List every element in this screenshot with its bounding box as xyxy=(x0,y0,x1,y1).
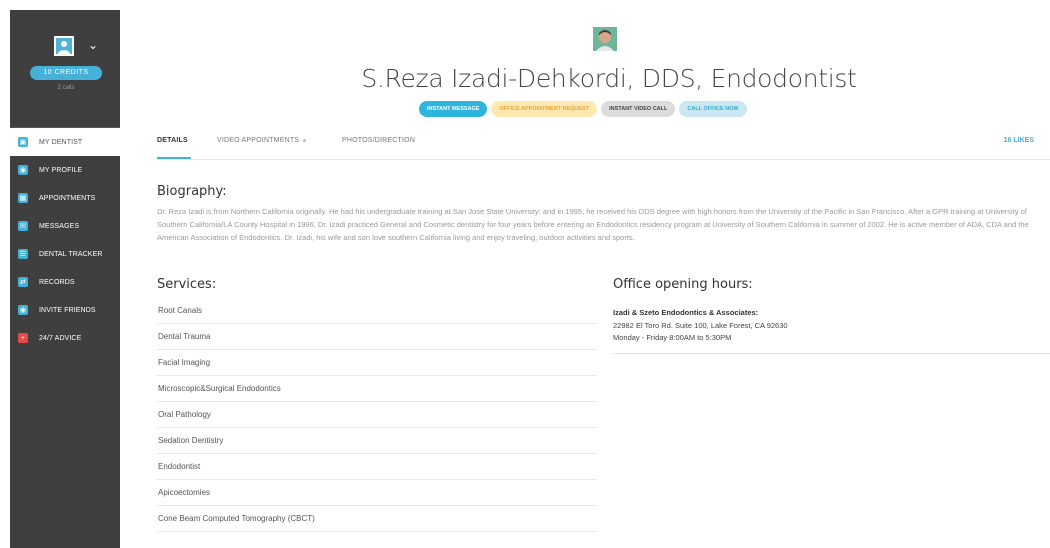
sidebar-item-records[interactable]: ⇄ RECORDS xyxy=(10,268,120,296)
action-buttons: INSTANT MESSAGE OFFICE APPOINTMENT REQUE… xyxy=(419,101,747,117)
sidebar-item-appointments[interactable]: ▦ APPOINTMENTS xyxy=(10,184,120,212)
call-office-now-button[interactable]: CALL OFFICE NOW xyxy=(679,101,747,117)
tab-label: VIDEO APPOINTMENTS xyxy=(217,137,300,144)
office-name: Izadi & Szeto Endodontics & Associates: xyxy=(613,308,759,317)
person-icon xyxy=(56,38,72,54)
office-address: 22982 El Toro Rd. Suite 100, Lake Forest… xyxy=(613,320,788,330)
records-icon: ⇄ xyxy=(18,277,28,287)
list-item: Apicoectomies xyxy=(157,480,597,506)
list-item: Oral Pathology xyxy=(157,402,597,428)
main-content: S.Reza Izadi-Dehkordi, DDS, Endodontist … xyxy=(121,0,1050,548)
services-heading: Services: xyxy=(157,277,217,292)
instant-video-call-button[interactable]: INSTANT VIDEO CALL xyxy=(601,101,676,117)
office-hours-block: Izadi & Szeto Endodontics & Associates: … xyxy=(613,307,1050,354)
list-item: Endodontist xyxy=(157,454,597,480)
active-tab-indicator xyxy=(157,157,191,159)
dentist-portrait-icon xyxy=(593,27,617,51)
profile-icon: ◉ xyxy=(18,165,28,175)
office-appointment-request-button[interactable]: OFFICE APPOINTMENT REQUEST xyxy=(491,101,598,117)
biography-text: Dr. Reza Izadi is from Northern Californ… xyxy=(157,207,1029,243)
sidebar-item-label: MY PROFILE xyxy=(39,166,83,174)
sidebar-item-label: INVITE FRIENDS xyxy=(39,306,96,314)
chevron-down-icon[interactable]: ⌄ xyxy=(88,38,98,52)
medical-cross-icon: + xyxy=(18,333,28,343)
office-schedule: Monday - Friday 8:00AM to 5:30PM xyxy=(613,333,732,342)
sidebar-item-label: 24/7 ADVICE xyxy=(39,334,82,342)
sidebar-item-label: MY DENTIST xyxy=(39,138,83,146)
invite-icon: ◉ xyxy=(18,305,28,315)
sidebar-item-label: MESSAGES xyxy=(39,222,80,230)
dentist-name: S.Reza Izadi-Dehkordi, DDS, Endodontist xyxy=(361,64,857,93)
instant-message-button[interactable]: INSTANT MESSAGE xyxy=(419,101,488,117)
list-item: Cone Beam Computed Tomography (CBCT) xyxy=(157,506,597,532)
calendar-icon: ▦ xyxy=(18,193,28,203)
sidebar-item-label: DENTAL TRACKER xyxy=(39,250,103,258)
office-hours-heading: Office opening hours: xyxy=(613,277,753,292)
sidebar: ⌄ 10 CREDITS 2 calls ▣ MY DENTIST ◉ MY P… xyxy=(10,10,120,548)
sidebar-item-invite-friends[interactable]: ◉ INVITE FRIENDS xyxy=(10,296,120,324)
list-item: Root Canals xyxy=(157,298,597,324)
mail-icon: ✉ xyxy=(18,221,28,231)
profile-tabs: DETAILS VIDEO APPOINTMENTS PHOTOS/DIRECT… xyxy=(157,133,1050,160)
list-item: Facial Imaging xyxy=(157,350,597,376)
dentist-photo xyxy=(593,27,617,51)
biography-heading: Biography: xyxy=(157,184,227,199)
sidebar-item-my-dentist[interactable]: ▣ MY DENTIST xyxy=(10,128,120,156)
sidebar-item-messages[interactable]: ✉ MESSAGES xyxy=(10,212,120,240)
services-list: Root Canals Dental Trauma Facial Imaging… xyxy=(157,298,597,532)
credits-badge[interactable]: 10 CREDITS xyxy=(30,66,102,80)
account-panel: ⌄ 10 CREDITS 2 calls xyxy=(10,10,120,128)
tooth-icon: ▣ xyxy=(18,137,28,147)
list-item: Sedation Dentistry xyxy=(157,428,597,454)
tab-details[interactable]: DETAILS xyxy=(157,137,188,144)
sidebar-item-advice[interactable]: + 24/7 ADVICE xyxy=(10,324,120,352)
dot-icon xyxy=(303,138,307,142)
tracker-icon: ☰ xyxy=(18,249,28,259)
sidebar-item-label: APPOINTMENTS xyxy=(39,194,96,202)
list-item: Microscopic&Surgical Endodontics xyxy=(157,376,597,402)
user-avatar-icon[interactable] xyxy=(54,36,74,56)
sidebar-item-dental-tracker[interactable]: ☰ DENTAL TRACKER xyxy=(10,240,120,268)
sidebar-item-my-profile[interactable]: ◉ MY PROFILE xyxy=(10,156,120,184)
tab-video-appointments[interactable]: VIDEO APPOINTMENTS xyxy=(217,137,307,144)
sidebar-item-label: RECORDS xyxy=(39,278,75,286)
likes-count[interactable]: 16 LIKES xyxy=(1004,137,1034,144)
tab-photos-direction[interactable]: PHOTOS/DIRECTION xyxy=(342,137,415,144)
list-item: Dental Trauma xyxy=(157,324,597,350)
calls-count: 2 calls xyxy=(57,85,75,91)
